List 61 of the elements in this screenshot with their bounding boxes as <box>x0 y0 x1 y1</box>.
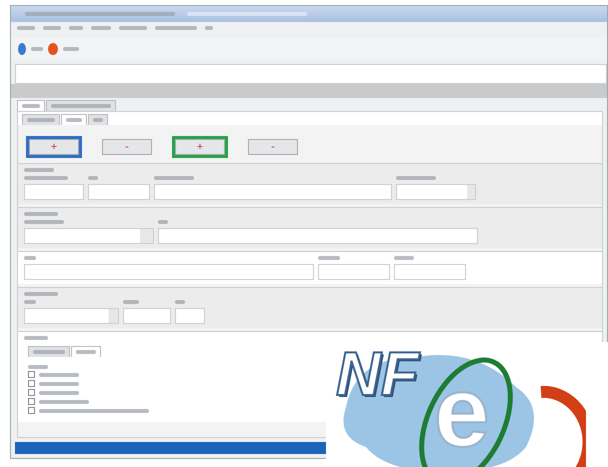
checkbox[interactable] <box>28 389 35 396</box>
tab[interactable] <box>88 114 108 125</box>
logo-letter: e <box>434 362 490 462</box>
action-button[interactable]: + <box>29 139 79 155</box>
illegible-menu-item[interactable] <box>119 26 147 30</box>
illegible-label <box>24 300 36 304</box>
input-field[interactable] <box>24 264 314 280</box>
illegible-label <box>24 220 64 224</box>
illegible-label <box>24 212 58 216</box>
action-button[interactable]: - <box>102 139 152 155</box>
illegible-menu-item[interactable] <box>17 26 35 30</box>
input-field[interactable] <box>175 308 205 324</box>
illegible-label <box>39 372 79 376</box>
tab[interactable] <box>22 114 60 125</box>
dropdown[interactable] <box>24 228 154 244</box>
illegible-label <box>318 256 340 260</box>
illegible-tab[interactable] <box>33 350 65 354</box>
illegible-label <box>24 256 36 260</box>
action-button[interactable]: + <box>175 139 225 155</box>
illegible-label <box>31 47 43 51</box>
input-field[interactable] <box>154 184 392 200</box>
action-button[interactable]: - <box>248 139 298 155</box>
illegible-menu-item[interactable] <box>43 26 61 30</box>
checkbox[interactable] <box>28 398 35 405</box>
checkbox[interactable] <box>28 380 35 387</box>
illegible-label <box>394 256 414 260</box>
illegible-label <box>39 400 89 404</box>
illegible-label <box>24 176 68 180</box>
circle-icon[interactable] <box>47 42 59 56</box>
illegible-label <box>39 390 79 394</box>
illegible-menu-item[interactable] <box>205 26 213 30</box>
input-field[interactable] <box>158 228 478 244</box>
illegible-label <box>24 168 54 172</box>
illegible-menu-item[interactable] <box>69 26 83 30</box>
tab[interactable] <box>17 100 45 111</box>
dropdown[interactable] <box>396 184 476 200</box>
illegible-label <box>63 47 79 51</box>
illegible-label <box>154 176 194 180</box>
illegible-label <box>396 176 436 180</box>
illegible-menu-item[interactable] <box>91 26 111 30</box>
illegible-label <box>28 365 48 369</box>
input-field[interactable] <box>24 184 84 200</box>
circle-icon[interactable] <box>17 42 27 56</box>
checkbox[interactable] <box>28 371 35 378</box>
input-field[interactable] <box>394 264 466 280</box>
illegible-label <box>24 292 58 296</box>
illegible-label <box>158 220 168 224</box>
checkbox[interactable] <box>28 407 35 414</box>
illegible-label <box>123 300 139 304</box>
tab[interactable] <box>61 114 87 125</box>
illegible-label <box>24 336 48 340</box>
input-field[interactable] <box>123 308 171 324</box>
dropdown[interactable] <box>24 308 119 324</box>
illegible-menu-item[interactable] <box>155 26 197 30</box>
illegible-label <box>175 300 185 304</box>
input-field[interactable] <box>88 184 150 200</box>
tab[interactable] <box>46 100 116 111</box>
illegible-tab[interactable] <box>76 350 96 354</box>
illegible-label <box>39 382 79 386</box>
illegible-label <box>88 176 98 180</box>
input-field[interactable] <box>318 264 390 280</box>
